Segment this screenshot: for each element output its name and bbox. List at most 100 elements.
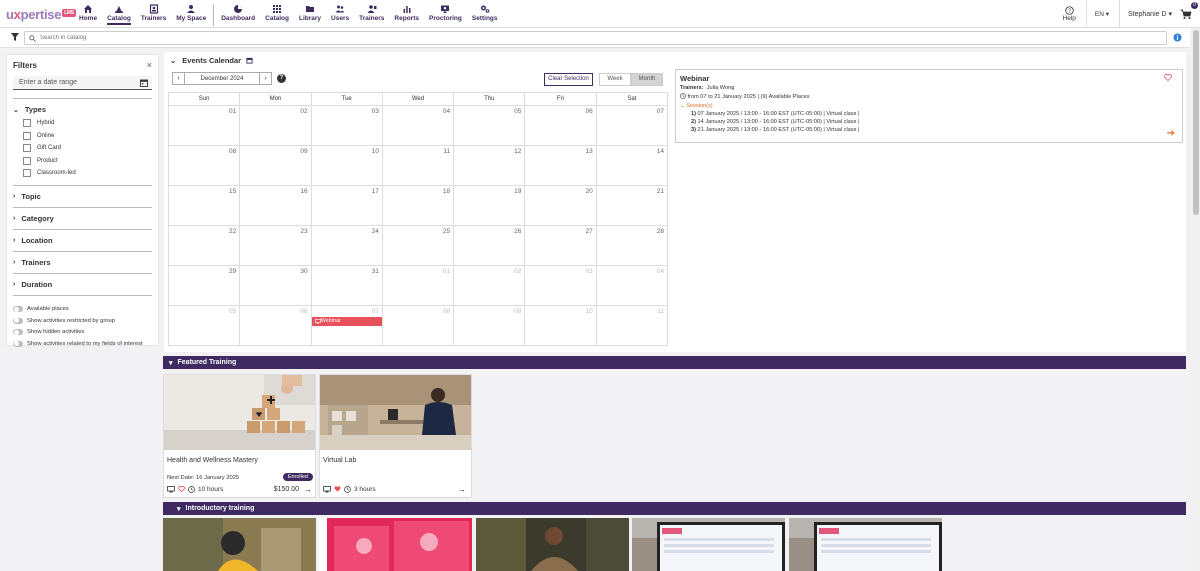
card-title[interactable]: Virtual Lab xyxy=(323,457,471,464)
filter-location[interactable]: › Location xyxy=(13,230,152,252)
nav-proctoring[interactable]: Proctoring xyxy=(429,4,462,22)
webinar-detail-card[interactable]: Webinar Trainers: Julia Wong from 07 to … xyxy=(675,69,1183,143)
heart-icon[interactable] xyxy=(178,486,185,492)
calendar-day[interactable]: 05 xyxy=(454,106,526,145)
toggle-switch[interactable] xyxy=(13,317,23,324)
nav-home[interactable]: Home xyxy=(79,4,97,22)
calendar-day[interactable]: 01 xyxy=(168,106,241,145)
language-select[interactable]: EN ▾ xyxy=(1085,0,1109,28)
help-icon[interactable]: ? xyxy=(277,74,286,83)
calendar-day[interactable]: 12 xyxy=(454,146,526,185)
current-month[interactable]: December 2024 xyxy=(185,72,259,85)
calendar-day[interactable]: 04 xyxy=(597,266,668,305)
calendar-day[interactable]: 13 xyxy=(525,146,597,185)
filter-types[interactable]: ⌄ Types xyxy=(13,99,152,117)
calendar-day[interactable]: 17 xyxy=(312,186,383,225)
calendar-day[interactable]: 06 xyxy=(240,306,312,345)
toggle-available-places[interactable]: Available places xyxy=(13,304,152,316)
filter-duration[interactable]: › Duration xyxy=(13,274,152,296)
calendar-day[interactable]: 11 xyxy=(383,146,455,185)
nav-catalog-admin[interactable]: Catalog xyxy=(265,4,289,22)
filter-topic[interactable]: › Topic xyxy=(13,186,152,208)
user-menu[interactable]: Stephanie D ▾ xyxy=(1119,0,1172,28)
nav-users[interactable]: Users xyxy=(331,4,349,22)
nav-trainers[interactable]: Trainers xyxy=(141,4,166,22)
filter-icon[interactable] xyxy=(11,33,19,41)
close-icon[interactable]: × xyxy=(147,60,152,70)
calendar-icon[interactable] xyxy=(140,79,148,87)
nav-myspace[interactable]: My Space xyxy=(176,4,206,22)
calendar-day[interactable]: 07 Webinar xyxy=(311,306,383,345)
prev-month-button[interactable]: ‹ xyxy=(172,72,185,85)
arrow-right-icon[interactable]: ➔ xyxy=(1167,128,1175,139)
type-classroom-led[interactable]: Classroom-led xyxy=(23,167,152,180)
toggle-hidden[interactable]: Show hidden activities xyxy=(13,327,152,339)
page-scrollbar[interactable] xyxy=(1192,28,1200,571)
nav-catalog[interactable]: Catalog xyxy=(107,4,131,25)
type-product[interactable]: Product xyxy=(23,155,152,168)
calendar-day[interactable]: 16 xyxy=(240,186,312,225)
calendar-day[interactable]: 21 xyxy=(597,186,668,225)
toggle-interest[interactable]: Show activities related to my fields of … xyxy=(13,338,152,350)
nav-library[interactable]: Library xyxy=(299,4,321,22)
type-gift-card[interactable]: Gift Card xyxy=(23,142,152,155)
intro-card[interactable] xyxy=(319,518,472,571)
training-card[interactable]: Health and Wellness Mastery Next Date: 1… xyxy=(163,374,316,498)
toggle-switch[interactable] xyxy=(13,329,23,336)
calendar-day[interactable]: 10 xyxy=(525,306,597,345)
app-logo[interactable]: uxpertise LMS xyxy=(6,7,76,22)
type-hybrid[interactable]: Hybrid xyxy=(23,117,152,130)
toggle-switch[interactable] xyxy=(13,306,23,313)
nav-reports[interactable]: Reports xyxy=(394,4,419,22)
calendar-day[interactable]: 10 xyxy=(312,146,383,185)
checkbox[interactable] xyxy=(23,156,31,165)
heart-icon[interactable] xyxy=(1164,74,1172,81)
nav-dashboard[interactable]: Dashboard xyxy=(221,4,255,22)
clear-selection-button[interactable]: Clear Selection xyxy=(544,73,593,86)
info-icon[interactable] xyxy=(1173,33,1182,42)
calendar-day[interactable]: 08 xyxy=(383,306,455,345)
cart-button[interactable]: 0 xyxy=(1180,0,1198,28)
calendar-day[interactable]: 20 xyxy=(525,186,597,225)
calendar-event-webinar[interactable]: Webinar xyxy=(311,317,382,326)
intro-card[interactable] xyxy=(163,518,316,571)
calendar-day[interactable]: 07 xyxy=(597,106,668,145)
featured-training-header[interactable]: ▾ Featured Training xyxy=(163,356,1186,369)
help-button[interactable]: ? Help xyxy=(1063,6,1076,22)
calendar-day[interactable]: 01 xyxy=(383,266,455,305)
toggle-restricted-group[interactable]: Show activities restricted by group xyxy=(13,315,152,327)
calendar-day[interactable]: 26 xyxy=(454,226,526,265)
calendar-day[interactable]: 09 xyxy=(240,146,312,185)
calendar-day[interactable]: 29 xyxy=(168,266,241,305)
date-range-field[interactable]: Enter a date range xyxy=(13,76,152,90)
calendar-day[interactable]: 02 xyxy=(454,266,526,305)
week-view-button[interactable]: Week xyxy=(599,73,631,86)
scrollbar-thumb[interactable] xyxy=(1193,30,1199,215)
nav-trainers-admin[interactable]: Trainers xyxy=(359,4,384,22)
calendar-day[interactable]: 24 xyxy=(312,226,383,265)
calendar-day[interactable]: 03 xyxy=(525,266,597,305)
calendar-day[interactable]: 23 xyxy=(240,226,312,265)
calendar-day[interactable]: 28 xyxy=(597,226,668,265)
calendar-day[interactable]: 05 xyxy=(168,306,241,345)
events-calendar-header[interactable]: ⌄ Events Calendar xyxy=(170,56,253,65)
calendar-day[interactable]: 03 xyxy=(312,106,383,145)
next-month-button[interactable]: › xyxy=(259,72,272,85)
arrow-right-icon[interactable]: → xyxy=(457,484,466,494)
sessions-toggle[interactable]: ⌄ Session(s) xyxy=(680,103,1178,109)
intro-card[interactable] xyxy=(632,518,785,571)
calendar-day[interactable]: 14 xyxy=(597,146,668,185)
nav-settings[interactable]: Settings xyxy=(472,4,498,22)
calendar-day[interactable]: 08 xyxy=(168,146,241,185)
calendar-day[interactable]: 31 xyxy=(312,266,383,305)
card-title[interactable]: Health and Wellness Mastery xyxy=(167,457,315,464)
search-input[interactable] xyxy=(40,35,1140,41)
arrow-right-icon[interactable]: → xyxy=(303,484,312,494)
month-view-button[interactable]: Month xyxy=(631,73,663,86)
type-online[interactable]: Online xyxy=(23,130,152,143)
calendar-day[interactable]: 27 xyxy=(525,226,597,265)
checkbox[interactable] xyxy=(23,119,31,128)
intro-card[interactable] xyxy=(789,518,942,571)
introductory-training-header[interactable]: ▾ Introductory training xyxy=(163,502,1186,515)
calendar-day[interactable]: 09 xyxy=(454,306,526,345)
